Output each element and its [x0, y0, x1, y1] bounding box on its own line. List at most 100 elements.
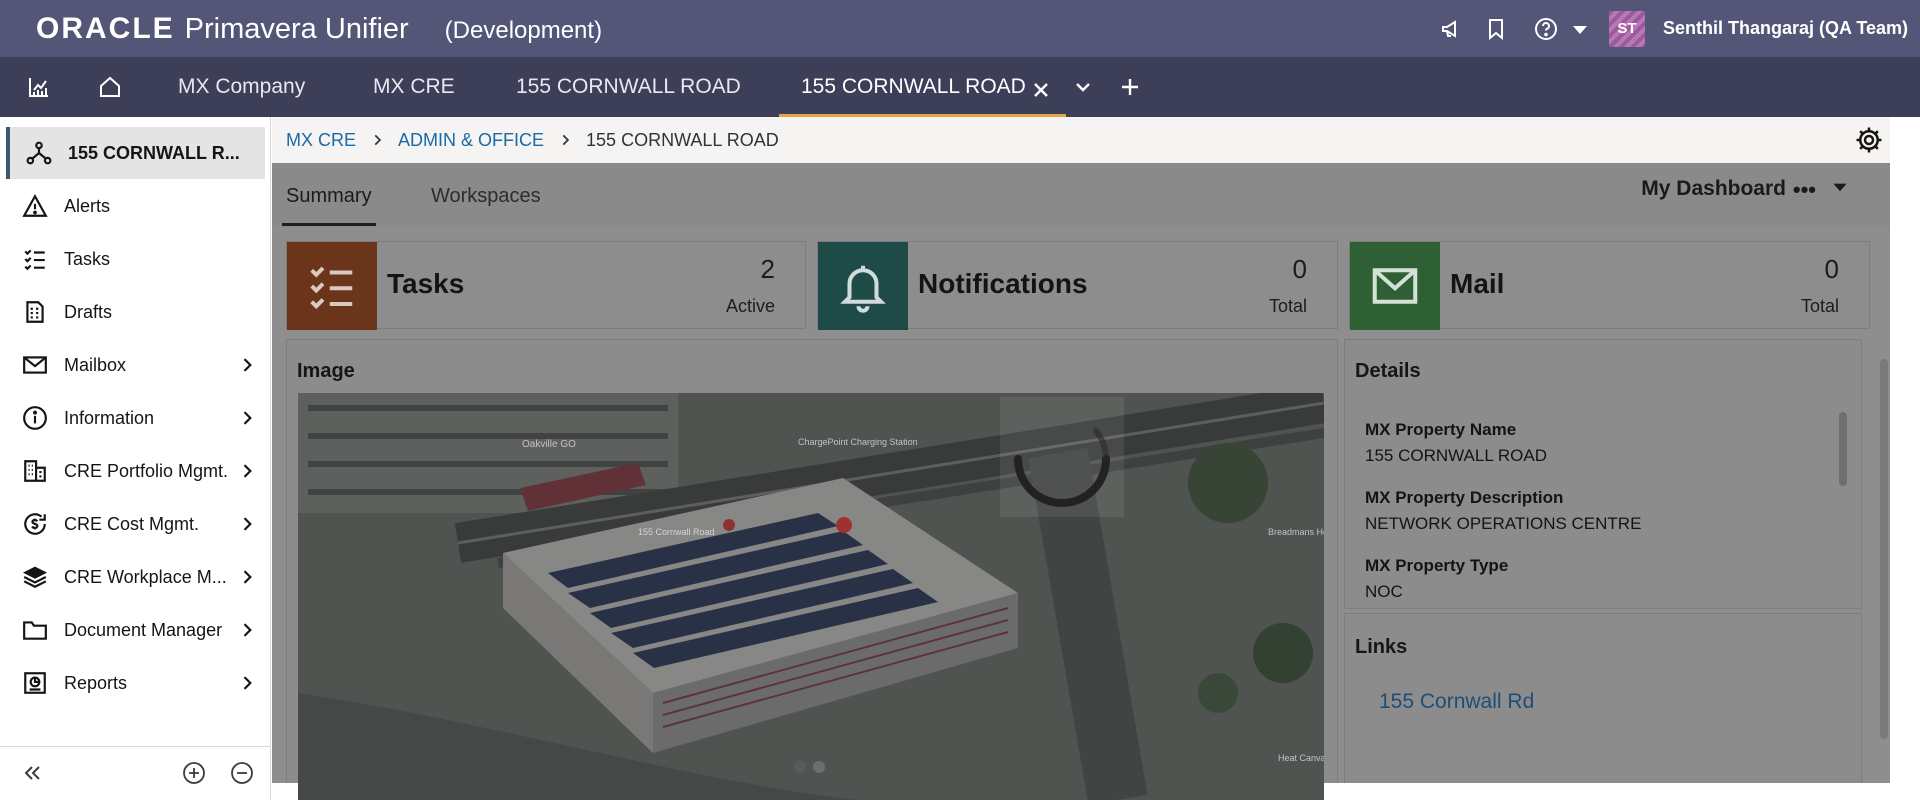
sidebar-item-label: Alerts [64, 195, 111, 216]
cost-icon [20, 509, 50, 539]
chevron-right-icon [243, 517, 252, 531]
sidebar-item-label: Reports [64, 672, 128, 693]
sidebar-item-cre-portfolio[interactable]: CRE Portfolio Mgmt. [6, 445, 265, 497]
sidebar-item-label: CRE Workplace M... [64, 566, 227, 587]
sidebar-item-label: 155 CORNWALL R... [68, 142, 240, 163]
tab-bar: MX Company MX CRE 155 CORNWALL ROAD 155 … [0, 57, 1920, 117]
mail-tile[interactable]: Mail 0 Total [1349, 241, 1870, 330]
sidebar-footer [0, 746, 271, 800]
tab-155-cornwall-road-active[interactable]: 155 CORNWALL ROAD [779, 57, 1066, 117]
tab-mx-cre[interactable]: MX CRE [373, 57, 455, 117]
collapse-sidebar-icon[interactable] [20, 761, 44, 785]
carousel-dot[interactable] [794, 761, 806, 773]
detail-label: MX Property Description [1365, 488, 1564, 507]
avatar[interactable]: ST [1608, 10, 1645, 47]
tasks-icon [20, 244, 50, 274]
alert-icon [20, 191, 50, 221]
tab-label: MX Company [178, 75, 306, 98]
add-tab-icon[interactable] [1117, 74, 1143, 100]
tile-sub: Active [725, 296, 775, 316]
sidebar-item-label: Drafts [64, 301, 113, 322]
tab-mx-company[interactable]: MX Company [178, 57, 305, 117]
sidebar-item-document-manager[interactable]: Document Manager [6, 604, 265, 656]
information-icon [20, 403, 50, 433]
drafts-icon [20, 297, 50, 327]
main-scrollbar[interactable] [1880, 359, 1888, 739]
chevron-right-icon [243, 411, 252, 425]
tile-title: Mail [1450, 268, 1505, 299]
app-header: ORACLE Primavera Unifier (Development) S… [0, 0, 1920, 57]
sidebar-item-tasks[interactable]: Tasks [6, 233, 265, 285]
home-icon[interactable] [97, 74, 123, 100]
tile-count: 2 [760, 254, 775, 284]
sidebar-item-alerts[interactable]: Alerts [6, 180, 265, 232]
sidebar-item-drafts[interactable]: Drafts [6, 286, 265, 338]
tab-summary[interactable]: Summary [282, 185, 376, 226]
analytics-icon[interactable] [26, 74, 52, 100]
panel-title: Image [297, 360, 355, 382]
breadcrumb: MX CRE ADMIN & OFFICE 155 CORNWALL ROAD [272, 117, 1890, 163]
announcement-icon[interactable] [1439, 16, 1465, 42]
panel-title: Details [1355, 360, 1421, 382]
breadcrumb-link-admin-office[interactable]: ADMIN & OFFICE [398, 130, 544, 151]
breadcrumb-current: 155 CORNWALL ROAD [586, 129, 779, 150]
help-menu-caret-icon[interactable] [1567, 16, 1593, 42]
detail-label: MX Property Type [1365, 556, 1509, 575]
tile-sub: Total [1268, 296, 1307, 316]
bookmark-icon[interactable] [1483, 16, 1509, 42]
detail-value: 155 CORNWALL ROAD [1365, 446, 1548, 465]
chevron-right-icon [243, 464, 252, 478]
carousel-dot[interactable] [813, 761, 825, 773]
user-name[interactable]: Senthil Thangaraj (QA Team) [1663, 18, 1908, 39]
tab-workspaces[interactable]: Workspaces [431, 185, 541, 208]
collapse-all-icon[interactable] [230, 761, 254, 785]
close-tab-icon[interactable] [1028, 77, 1054, 103]
sidebar-item-label: CRE Cost Mgmt. [64, 513, 200, 534]
tile-sub: Total [1800, 296, 1839, 316]
sidebar-item-reports[interactable]: Reports [6, 657, 265, 709]
gear-icon[interactable] [1854, 125, 1884, 155]
tile-count: 0 [1824, 254, 1839, 284]
dashboard-more-button[interactable]: ••• [1793, 177, 1816, 203]
breadcrumb-separator-icon [374, 134, 382, 146]
sidebar-item-cre-cost[interactable]: CRE Cost Mgmt. [6, 498, 265, 550]
tab-overflow-chevron-icon[interactable] [1070, 74, 1096, 100]
tab-155-cornwall-road[interactable]: 155 CORNWALL ROAD [516, 57, 741, 117]
breadcrumb-separator-icon [562, 134, 570, 146]
layers-icon [20, 562, 50, 592]
tasks-tile[interactable]: Tasks 2 Active [286, 241, 806, 330]
details-scrollbar[interactable] [1839, 412, 1847, 486]
content-tabs: Summary Workspaces My Dashboard ••• [272, 163, 1890, 227]
mailbox-icon [20, 350, 50, 380]
sidebar-item-mailbox[interactable]: Mailbox [6, 339, 265, 391]
building-icon [20, 456, 50, 486]
sidebar-item-project[interactable]: 155 CORNWALL R... [6, 127, 265, 179]
dashboard-caret-icon[interactable] [1830, 177, 1850, 197]
sidebar-item-cre-workplace[interactable]: CRE Workplace M... [6, 551, 265, 603]
sidebar-item-label: Tasks [64, 248, 111, 269]
mail-icon [1350, 242, 1440, 330]
breadcrumb-link-mx-cre[interactable]: MX CRE [286, 130, 356, 151]
tile-title: Tasks [387, 268, 465, 299]
loading-spinner-icon [1000, 397, 1124, 517]
environment-label: (Development) [444, 16, 603, 44]
chevron-right-icon [243, 676, 252, 690]
sidebar-nav: 155 CORNWALL R... Alerts Tasks Drafts Ma… [0, 117, 271, 800]
tab-label: 155 CORNWALL ROAD [801, 75, 1026, 98]
expand-all-icon[interactable] [182, 761, 206, 785]
sidebar-item-label: Document Manager [64, 619, 223, 640]
reports-icon [20, 668, 50, 698]
dashboard-selector[interactable]: My Dashboard [1641, 177, 1786, 201]
detail-value: NOC [1365, 582, 1403, 601]
chevron-right-icon [243, 570, 252, 584]
sidebar-item-label: CRE Portfolio Mgmt. [64, 460, 229, 481]
detail-label: MX Property Name [1365, 420, 1517, 439]
link-155-cornwall-rd[interactable]: 155 Cornwall Rd [1379, 690, 1534, 714]
help-icon[interactable] [1533, 16, 1559, 42]
notifications-tile[interactable]: Notifications 0 Total [817, 241, 1338, 330]
project-tree-icon [24, 138, 54, 168]
chevron-right-icon [243, 358, 252, 372]
sidebar-item-information[interactable]: Information [6, 392, 265, 444]
tasks-tile-icon [287, 242, 377, 330]
brand-product: Primavera Unifier [184, 12, 409, 45]
